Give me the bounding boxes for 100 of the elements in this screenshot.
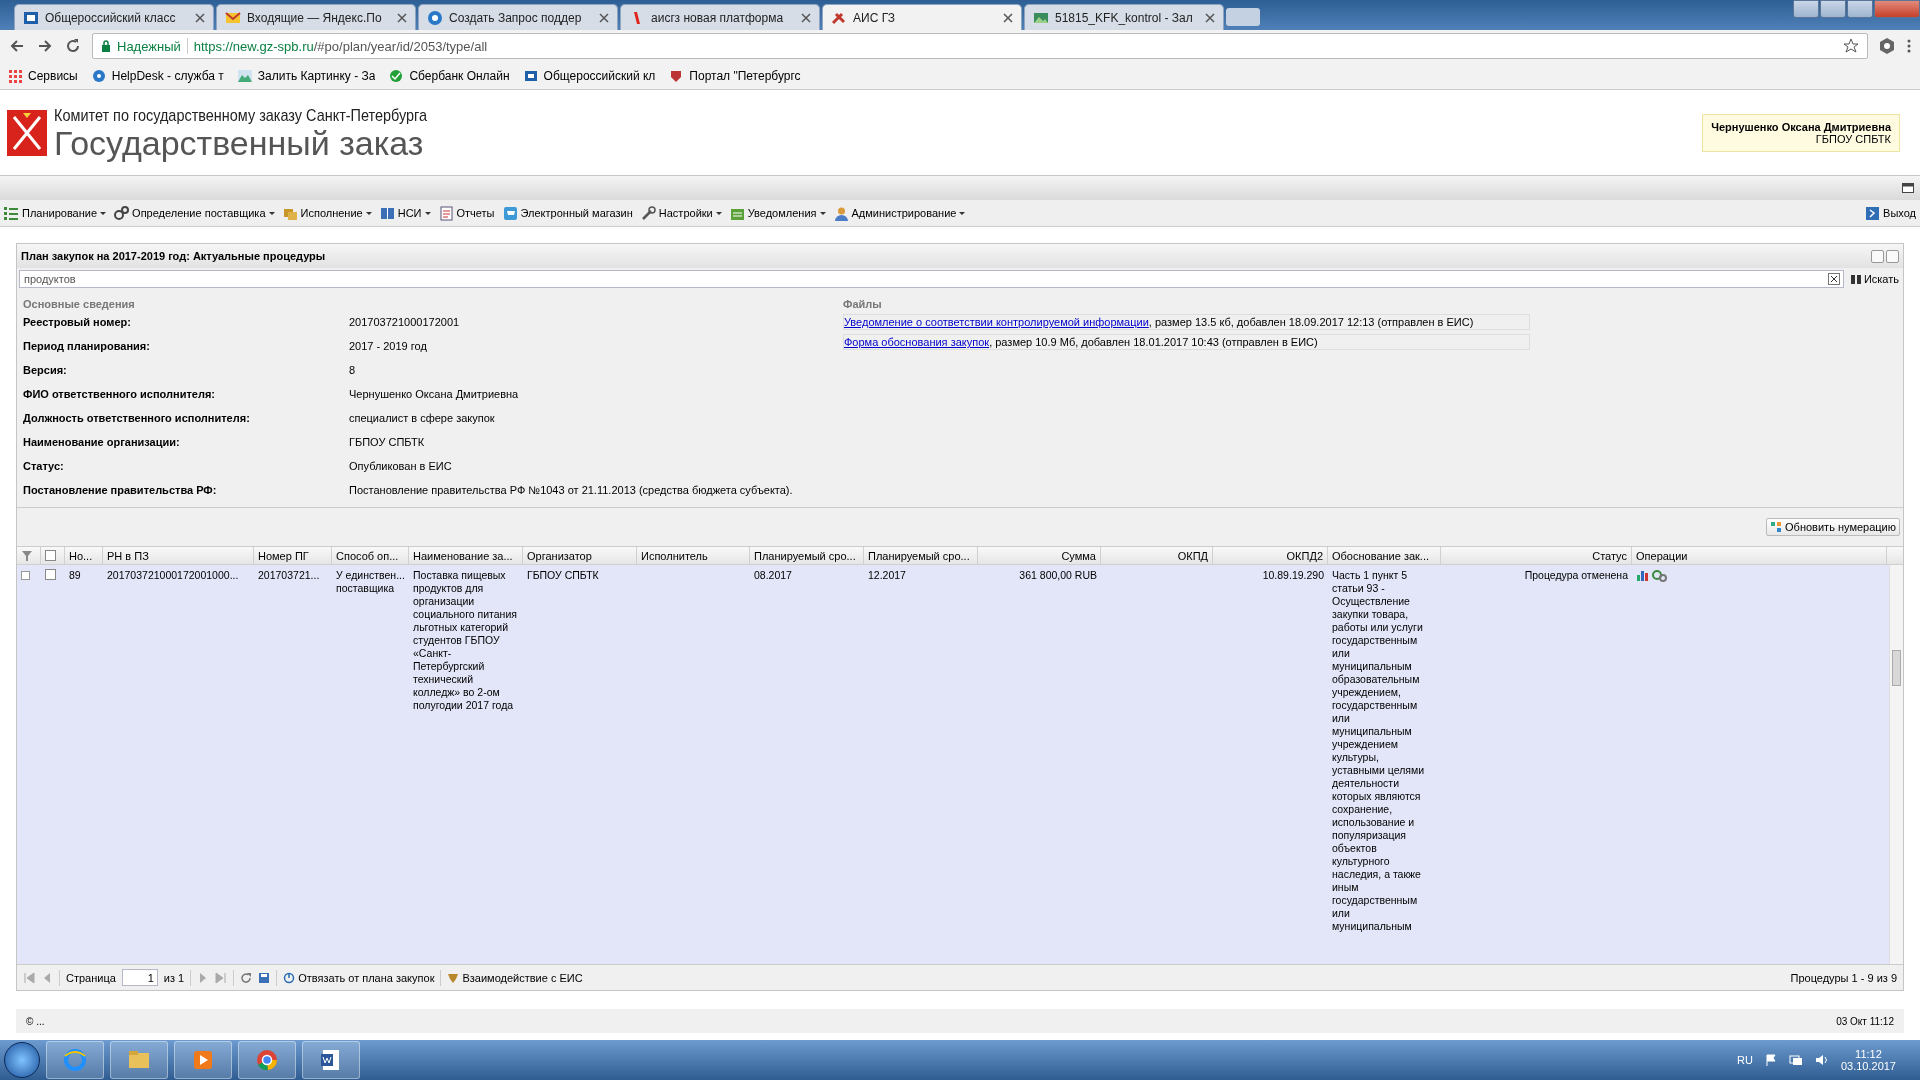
table-cell-text: 10.89.19.290 xyxy=(1261,568,1325,583)
report-icon xyxy=(438,205,454,221)
close-icon[interactable] xyxy=(397,12,407,23)
first-page-icon[interactable] xyxy=(23,971,35,984)
language-indicator[interactable]: RU xyxy=(1737,1054,1753,1066)
close-button[interactable] xyxy=(1874,0,1920,18)
browser-tab[interactable]: аисгз новая платформа xyxy=(620,4,820,30)
star-icon[interactable] xyxy=(1843,38,1859,54)
close-icon[interactable] xyxy=(801,12,811,23)
column-header[interactable]: Но... xyxy=(65,547,103,564)
gears-icon[interactable] xyxy=(1652,569,1667,582)
refresh-button[interactable] xyxy=(1886,249,1899,263)
column-header[interactable]: ОКПД2 xyxy=(1213,547,1328,564)
table-cell-text: Процедура отменена xyxy=(1523,568,1629,583)
security-label: Надежный xyxy=(117,38,181,54)
browser-tab[interactable]: Создать Запрос поддер xyxy=(418,4,618,30)
address-bar[interactable]: Надежный https://new.gz-spb.ru/#po/plan/year/id/2053/type/all xyxy=(92,33,1868,59)
filter-icon[interactable] xyxy=(21,549,33,562)
search-button[interactable]: Искать xyxy=(1847,273,1901,285)
menu-item[interactable]: Планирование xyxy=(4,205,107,221)
clear-icon[interactable] xyxy=(1827,273,1840,285)
eis-button[interactable]: Взаимодействие с ЕИС xyxy=(447,971,583,984)
field-label: Реестровый номер: xyxy=(23,316,132,328)
logo-icon xyxy=(23,9,39,26)
record-count: Процедуры 1 - 9 из 9 xyxy=(1790,971,1897,984)
column-header[interactable]: Исполнитель xyxy=(637,547,750,564)
field-value: специалист в сфере закупок xyxy=(349,412,495,424)
save-icon[interactable] xyxy=(258,971,271,984)
mail-icon xyxy=(225,9,241,26)
column-header[interactable]: Способ оп... xyxy=(332,547,409,564)
close-icon[interactable] xyxy=(195,12,205,23)
window-icon[interactable] xyxy=(1902,183,1914,193)
scrollbar[interactable] xyxy=(1889,565,1903,964)
binoculars-icon xyxy=(1849,273,1862,285)
column-header[interactable]: Организатор xyxy=(523,547,637,564)
minimize-button[interactable] xyxy=(1820,0,1846,18)
column-header[interactable]: Планируемый сро... xyxy=(864,547,978,564)
column-header[interactable]: Наименование за... xyxy=(409,547,523,564)
close-icon[interactable] xyxy=(1003,12,1013,23)
page-field[interactable]: 1 xyxy=(121,969,158,986)
menu-item[interactable]: Администрирование xyxy=(833,205,966,221)
close-icon[interactable] xyxy=(1205,12,1215,23)
file-link[interactable]: Уведомление о соответствии контролируемой информации xyxy=(844,316,1149,328)
column-header[interactable]: Планируемый сро... xyxy=(750,547,864,564)
header-checkbox[interactable] xyxy=(45,550,56,561)
url-text: https://new.gz-spb.ru/#po/plan/year/id/2053/type/all xyxy=(193,38,488,54)
table-cell-text: У единствен... поставщика xyxy=(335,568,406,596)
browser-tab[interactable]: 51815_KFK_kontrol - Зал xyxy=(1024,4,1224,30)
chart-icon[interactable] xyxy=(1636,569,1649,582)
close-icon[interactable] xyxy=(599,12,609,23)
column-header[interactable]: Операции xyxy=(1632,547,1887,564)
table-cell-text: 201703721000172001000... xyxy=(106,568,240,583)
reload-icon[interactable] xyxy=(64,37,82,55)
maximize-button[interactable] xyxy=(1847,0,1873,18)
menu-item[interactable]: Настройки xyxy=(640,205,722,221)
column-header[interactable]: Номер ПГ xyxy=(254,547,332,564)
search-field[interactable]: продуктов xyxy=(19,270,1844,288)
bookmark[interactable]: Сервисы xyxy=(8,68,78,83)
field-value: 8 xyxy=(349,364,356,376)
help-icon xyxy=(91,68,106,83)
column-header[interactable]: Статус xyxy=(1441,547,1632,564)
row-checkbox[interactable] xyxy=(45,569,56,580)
bookmark[interactable]: Сбербанк Онлайн xyxy=(389,68,510,83)
expand-icon[interactable] xyxy=(21,571,30,580)
browser-tab[interactable]: АИС ГЗ xyxy=(822,4,1022,30)
logout-button[interactable]: Выход xyxy=(1865,205,1916,221)
browser-tab[interactable]: Входящие — Яндекс.По xyxy=(216,4,416,30)
column-header[interactable]: Сумма xyxy=(978,547,1101,564)
start-button[interactable] xyxy=(4,1042,40,1078)
bookmark[interactable]: Залить Картинку - За xyxy=(237,68,376,83)
field-label: Период планирования: xyxy=(23,340,151,352)
flag-icon[interactable] xyxy=(1764,1054,1777,1066)
renumber-button[interactable]: Обновить нумерацию xyxy=(1766,518,1900,536)
network-icon[interactable] xyxy=(1788,1054,1803,1066)
menu-item[interactable]: Уведомления xyxy=(729,205,826,221)
table-cell-text: 89 xyxy=(68,568,82,583)
column-header[interactable]: ОКПД xyxy=(1101,547,1213,564)
scroll-thumb[interactable] xyxy=(1892,650,1901,686)
status-time: 03 Окт 11:12 xyxy=(1836,1015,1894,1027)
menu-item[interactable]: Исполнение xyxy=(282,205,372,221)
bookmark[interactable]: Портал "Петербургс xyxy=(669,68,801,83)
bookmark[interactable]: Общероссийский кл xyxy=(523,68,656,83)
column-header[interactable]: Обоснование зак... xyxy=(1328,547,1441,564)
bookmark[interactable]: HelpDesk - служба т xyxy=(91,68,224,83)
menu-item[interactable]: Отчеты xyxy=(438,205,495,221)
refresh-icon[interactable] xyxy=(240,971,253,984)
browser-tab[interactable]: Общероссийский класс xyxy=(14,4,214,30)
menu-item[interactable]: Определение поставщика xyxy=(114,205,275,221)
volume-icon[interactable] xyxy=(1814,1054,1829,1066)
collapse-button[interactable] xyxy=(1871,249,1884,263)
unlink-button[interactable]: Отвязать от плана закупок xyxy=(283,971,435,984)
user-button[interactable] xyxy=(1793,0,1819,18)
power-icon xyxy=(283,971,296,984)
menu-item[interactable]: НСИ xyxy=(379,205,431,221)
menu-item[interactable]: Электронный магазин xyxy=(502,205,633,221)
column-header[interactable]: РН в ПЗ xyxy=(103,547,254,564)
clock[interactable]: 11:12 03.10.2017 xyxy=(1840,1048,1896,1072)
taskbar-button[interactable] xyxy=(302,1041,360,1079)
last-page-icon[interactable] xyxy=(215,971,228,984)
menu-icon[interactable] xyxy=(1906,38,1912,54)
